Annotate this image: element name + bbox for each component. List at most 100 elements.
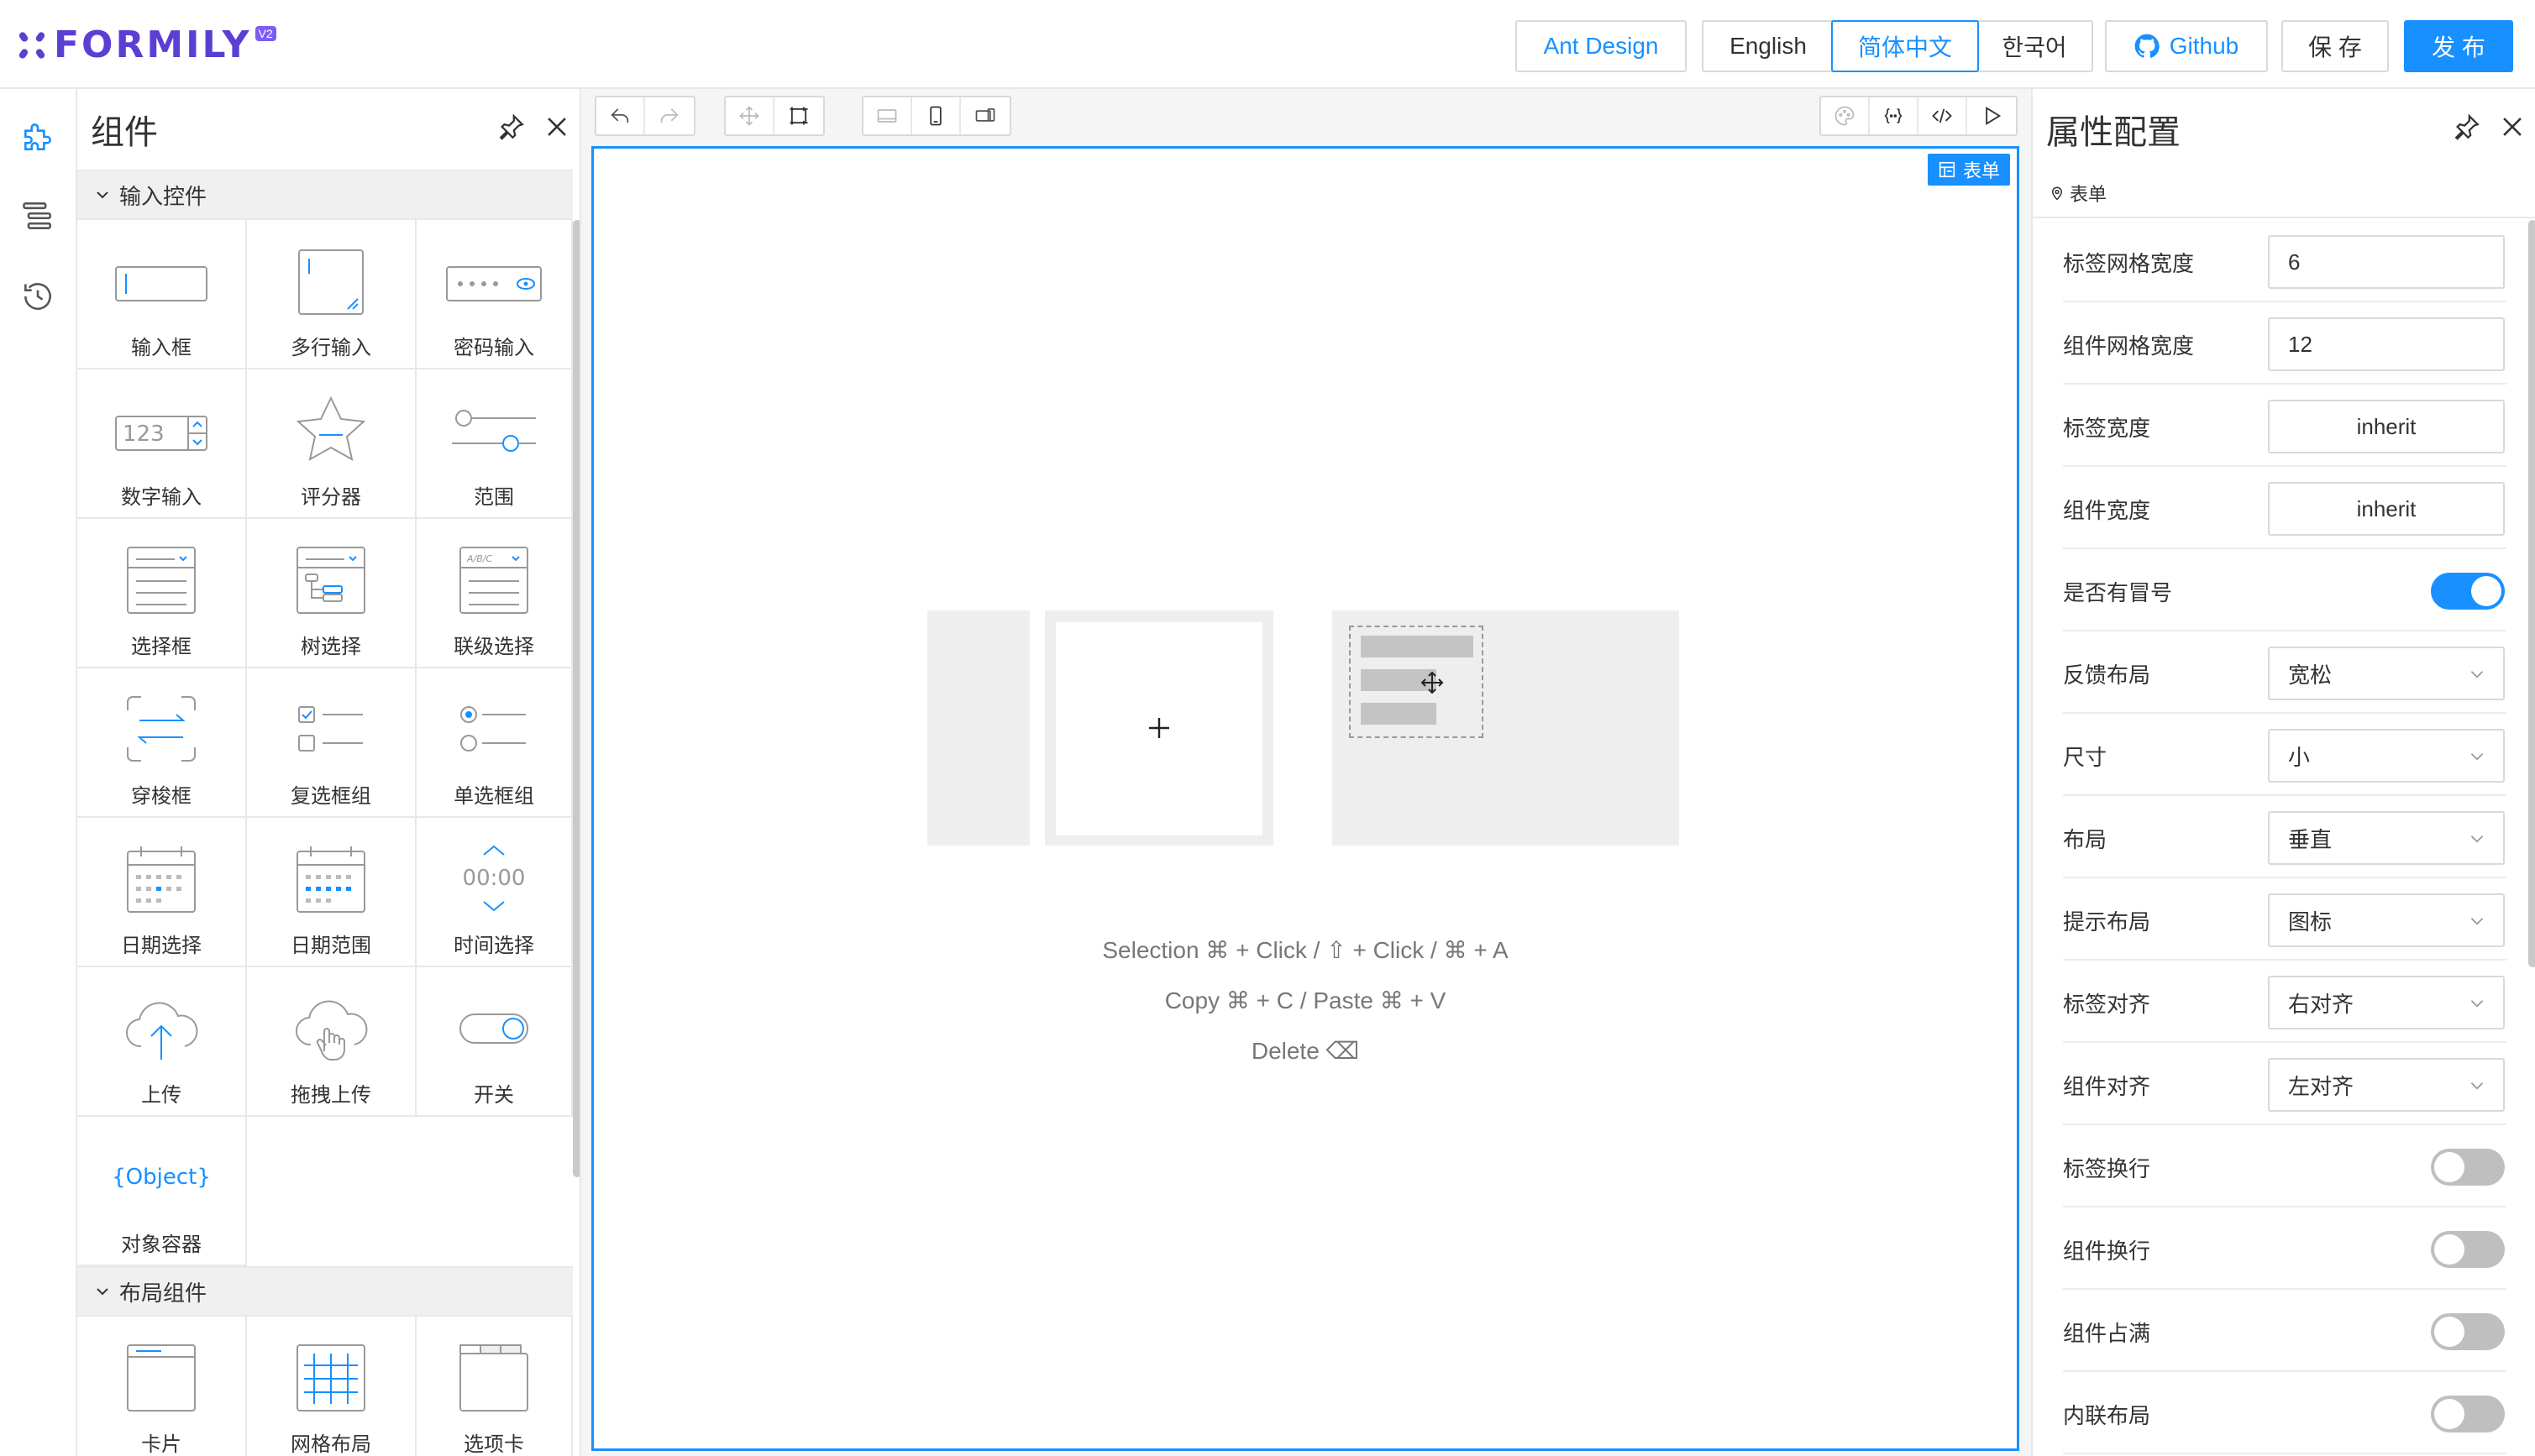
component-upload[interactable]: 上传 bbox=[77, 967, 247, 1117]
selected-node-breadcrumb[interactable]: 表单 bbox=[2050, 180, 2107, 207]
design-workspace: 表单 Selection ⌘ + Click / ⇧ + Click / ⌘ +… bbox=[581, 89, 2031, 1456]
full-width-switch[interactable] bbox=[2431, 1313, 2505, 1350]
group-header-inputs[interactable]: 输入控件 bbox=[77, 170, 573, 220]
lang-english-label: English bbox=[1729, 33, 1807, 59]
mobile-screen-button[interactable] bbox=[912, 97, 961, 134]
component-select[interactable]: 选择框 bbox=[77, 519, 247, 668]
puzzle-icon bbox=[24, 123, 51, 150]
mobile-icon bbox=[930, 106, 942, 126]
form-canvas[interactable]: 表单 Selection ⌘ + Click / ⇧ + Click / ⌘ +… bbox=[591, 146, 2019, 1451]
move-tool-button[interactable] bbox=[726, 97, 774, 134]
tooltip-layout-select[interactable]: 图标 bbox=[2268, 893, 2505, 947]
tree-select-icon bbox=[297, 547, 365, 614]
rail-history-tab[interactable] bbox=[0, 259, 76, 334]
component-checkbox-group[interactable]: 复选框组 bbox=[247, 668, 417, 818]
pc-screen-button[interactable] bbox=[863, 97, 912, 134]
components-panel-header: 组件 bbox=[77, 89, 580, 170]
code-view-button[interactable] bbox=[1918, 97, 1967, 134]
component-rate[interactable]: 评分器 bbox=[247, 369, 417, 519]
pin-icon[interactable] bbox=[497, 113, 526, 141]
component-grid[interactable]: 网格布局 bbox=[247, 1317, 417, 1456]
component-date-range[interactable]: 日期范围 bbox=[247, 818, 417, 967]
components-scrollbar[interactable] bbox=[573, 220, 580, 1177]
radio-group-icon bbox=[460, 706, 526, 752]
lang-english-button[interactable]: English bbox=[1702, 20, 1834, 72]
wrapper-wrap-switch[interactable] bbox=[2431, 1231, 2505, 1268]
pin-icon[interactable] bbox=[2453, 113, 2481, 141]
layout-select[interactable]: 垂直 bbox=[2268, 811, 2505, 865]
component-input[interactable]: 输入框 bbox=[77, 220, 247, 369]
properties-scrollbar[interactable] bbox=[2528, 220, 2535, 967]
input-icon bbox=[115, 266, 207, 301]
undo-button[interactable] bbox=[596, 97, 645, 134]
component-radio-group[interactable]: 单选框组 bbox=[417, 668, 573, 818]
component-number-input[interactable]: 123 数字输入 bbox=[77, 369, 247, 519]
close-icon[interactable] bbox=[543, 113, 571, 141]
group-title-layouts: 布局组件 bbox=[119, 1280, 207, 1306]
chevron-down-icon bbox=[2470, 835, 2484, 843]
lang-chinese-label: 简体中文 bbox=[1857, 34, 1952, 60]
cascader-icon: A/B/C bbox=[459, 547, 528, 614]
component-transfer[interactable]: 穿梭框 bbox=[77, 668, 247, 818]
preview-button[interactable] bbox=[1967, 97, 2016, 134]
undo-icon bbox=[611, 108, 629, 123]
group-header-layouts[interactable]: 布局组件 bbox=[77, 1266, 573, 1317]
component-card[interactable]: 卡片 bbox=[77, 1317, 247, 1456]
inline-switch[interactable] bbox=[2431, 1396, 2505, 1432]
redo-button[interactable] bbox=[645, 97, 694, 134]
component-tabs[interactable]: 选项卡 bbox=[417, 1317, 573, 1456]
component-tree-select[interactable]: 树选择 bbox=[247, 519, 417, 668]
responsive-icon bbox=[975, 107, 995, 122]
prop-row-full-width: 组件占满 bbox=[2063, 1290, 2506, 1372]
label-width-input[interactable]: inherit bbox=[2268, 400, 2505, 453]
breadcrumb-divider bbox=[2033, 217, 2535, 218]
play-icon bbox=[1986, 106, 2002, 126]
wrapper-align-select[interactable]: 左对齐 bbox=[2268, 1058, 2505, 1112]
label-align-select[interactable]: 右对齐 bbox=[2268, 976, 2505, 1029]
size-select[interactable]: 小 bbox=[2268, 729, 2505, 783]
wrapper-width-input[interactable]: inherit bbox=[2268, 482, 2505, 536]
hint-delete: Delete ⌫ bbox=[1251, 1038, 1360, 1064]
label-wrap-switch[interactable] bbox=[2431, 1149, 2505, 1186]
publish-button[interactable]: 发 布 bbox=[2404, 20, 2513, 72]
responsive-screen-button[interactable] bbox=[961, 97, 1010, 134]
lang-chinese-button[interactable]: 简体中文 bbox=[1831, 20, 1979, 72]
ant-design-button[interactable]: Ant Design bbox=[1515, 20, 1687, 72]
rail-outline-tab[interactable] bbox=[0, 178, 76, 254]
component-password[interactable]: 密码输入 bbox=[417, 220, 573, 369]
feedback-layout-select[interactable]: 宽松 bbox=[2268, 647, 2505, 700]
wrapper-col-input[interactable]: 12 bbox=[2268, 317, 2505, 371]
transfer-icon bbox=[127, 696, 196, 762]
component-slider[interactable]: 范围 bbox=[417, 369, 573, 519]
canvas-toolbar bbox=[581, 89, 2031, 143]
component-cascader[interactable]: A/B/C 联级选择 bbox=[417, 519, 573, 668]
lang-korean-button[interactable]: 한국어 bbox=[1976, 20, 2093, 72]
close-icon[interactable] bbox=[2498, 113, 2527, 141]
rail-components-tab[interactable] bbox=[0, 99, 76, 175]
component-time-picker[interactable]: 00:00 时间选择 bbox=[417, 818, 573, 967]
component-textarea[interactable]: 多行输入 bbox=[247, 220, 417, 369]
component-date-picker[interactable]: 日期选择 bbox=[77, 818, 247, 967]
svg-text:A/B/C: A/B/C bbox=[466, 553, 492, 564]
prop-row-colon: 是否有冒号 bbox=[2063, 549, 2506, 631]
formily-logo[interactable]: FORMILY V2 bbox=[15, 24, 276, 66]
move-cursor-icon bbox=[1420, 671, 1444, 694]
component-switch[interactable]: 开关 bbox=[417, 967, 573, 1117]
component-object-container[interactable]: {Object} 对象容器 bbox=[77, 1117, 247, 1266]
password-icon bbox=[446, 266, 542, 301]
logo-text: FORMILY bbox=[54, 24, 252, 66]
prop-row-label-col: 标签网格宽度 6 bbox=[2063, 220, 2506, 302]
colon-switch[interactable] bbox=[2431, 573, 2505, 610]
form-node-tag[interactable]: 表单 bbox=[1927, 154, 2010, 186]
slider-icon bbox=[452, 410, 536, 452]
save-button[interactable]: 保 存 bbox=[2281, 20, 2389, 72]
json-tree-view-button[interactable] bbox=[1870, 97, 1918, 134]
label-col-input[interactable]: 6 bbox=[2268, 235, 2505, 289]
component-drag-upload[interactable]: 拖拽上传 bbox=[247, 967, 417, 1117]
design-view-button[interactable] bbox=[1821, 97, 1870, 134]
github-button[interactable]: Github bbox=[2105, 20, 2268, 72]
move-icon bbox=[739, 106, 759, 126]
chevron-down-icon bbox=[2470, 671, 2484, 678]
placeholder-left-column bbox=[927, 610, 1030, 846]
selection-tool-button[interactable] bbox=[774, 97, 823, 134]
